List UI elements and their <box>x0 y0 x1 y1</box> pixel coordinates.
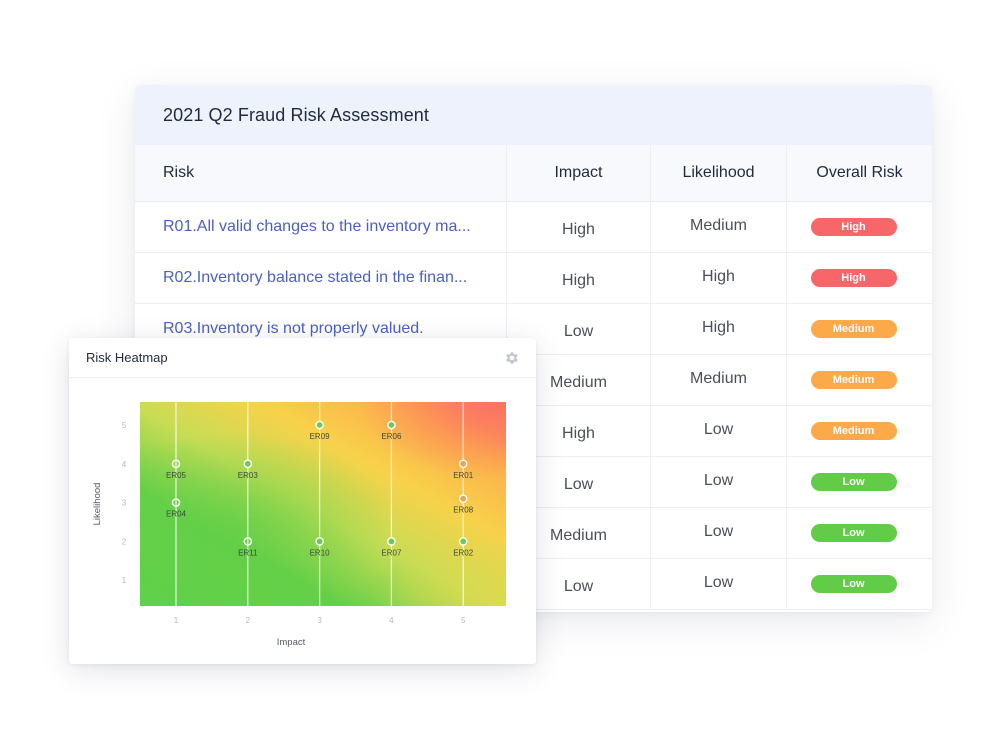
risk-point-label: ER05 <box>166 471 187 480</box>
column-header-label: Risk <box>163 164 195 181</box>
column-header-risk[interactable]: Risk <box>135 145 507 201</box>
risk-point-er06[interactable] <box>387 420 396 430</box>
overall-risk-cell: Medium <box>787 304 932 354</box>
risk-point-er08[interactable] <box>458 494 468 504</box>
overall-risk-cell: Low <box>787 508 932 558</box>
overall-risk-badge: Low <box>810 524 897 542</box>
y-tick-label: 4 <box>122 460 127 469</box>
risk-point-er02[interactable] <box>458 537 468 546</box>
risk-heatmap-card: Risk Heatmap 1 2 3 4 5 1 2 3 4 5 Impact … <box>69 338 536 664</box>
risk-point-er09[interactable] <box>315 420 324 430</box>
risk-point-er03[interactable] <box>243 459 253 469</box>
overall-risk-badge: High <box>810 218 897 236</box>
likelihood-cell-value: Low <box>703 523 734 540</box>
column-header-overall-risk[interactable]: Overall Risk <box>787 145 932 201</box>
x-tick-label: 3 <box>317 616 322 625</box>
overall-risk-badge: Medium <box>810 320 897 338</box>
overall-risk-cell: High <box>787 253 932 303</box>
x-tick-label: 5 <box>461 616 466 625</box>
likelihood-cell: Low <box>651 559 787 609</box>
likelihood-cell: Medium <box>651 355 787 405</box>
column-header-label: Likelihood <box>682 164 755 181</box>
overall-risk-cell: Low <box>787 457 932 507</box>
impact-cell: High <box>507 202 651 252</box>
likelihood-cell-value: Low <box>703 472 734 489</box>
likelihood-cell-value: Low <box>703 421 734 438</box>
risk-point-label: ER06 <box>381 432 402 441</box>
risk-point-er07[interactable] <box>387 537 396 546</box>
risk-point-er11[interactable] <box>243 537 253 546</box>
likelihood-cell: High <box>651 253 787 303</box>
likelihood-cell: Low <box>651 406 787 456</box>
likelihood-cell-value: High <box>702 268 735 285</box>
risk-link[interactable]: R03.Inventory is not properly valued. <box>163 320 424 338</box>
column-header-label: Impact <box>554 164 603 181</box>
impact-cell-value: Low <box>563 578 594 595</box>
impact-cell: High <box>507 253 651 303</box>
impact-cell-value: Medium <box>550 527 607 544</box>
heatmap-chart: 1 2 3 4 5 1 2 3 4 5 Impact Likelihood ER05 ER04 ER03 ER… <box>92 402 506 648</box>
likelihood-cell-value: Medium <box>690 370 747 387</box>
impact-cell-value: Low <box>563 323 594 340</box>
risk-cell: R01.All valid changes to the inventory m… <box>135 202 507 252</box>
overall-risk-badge: Low <box>810 473 897 491</box>
overall-risk-badge: High <box>810 269 897 287</box>
risk-point-label: ER02 <box>453 548 474 557</box>
risk-point-label: ER03 <box>238 471 259 480</box>
overall-risk-badge: Medium <box>810 422 897 440</box>
likelihood-cell: Low <box>651 457 787 507</box>
likelihood-cell: High <box>651 304 787 354</box>
overall-risk-cell: Medium <box>787 406 932 456</box>
column-header-likelihood[interactable]: Likelihood <box>651 145 787 201</box>
y-axis-label: Likelihood <box>92 483 103 526</box>
table-row[interactable]: R01.All valid changes to the inventory m… <box>135 202 932 253</box>
risk-point-er10[interactable] <box>315 537 324 546</box>
risk-cell: R02.Inventory balance stated in the fina… <box>135 253 507 303</box>
risk-point-er01[interactable] <box>458 459 468 469</box>
risk-point-label: ER01 <box>453 471 474 480</box>
impact-cell-value: High <box>562 425 595 442</box>
risk-point-label: ER07 <box>381 548 402 557</box>
impact-cell-value: Low <box>563 476 594 493</box>
overall-risk-cell: Low <box>787 559 932 609</box>
risk-point-label: ER11 <box>238 548 258 557</box>
impact-cell-value: High <box>562 272 595 289</box>
likelihood-cell: Medium <box>651 202 787 252</box>
likelihood-cell-value: High <box>702 319 735 336</box>
table-title-bar: 2021 Q2 Fraud Risk Assessment <box>135 85 932 145</box>
risk-point-label: ER10 <box>310 548 331 557</box>
risk-point-er04[interactable] <box>171 498 181 507</box>
overall-risk-badge: Medium <box>810 371 897 389</box>
table-row[interactable]: R02.Inventory balance stated in the fina… <box>135 253 932 304</box>
y-tick-label: 5 <box>122 421 127 430</box>
y-tick-label: 3 <box>122 499 127 508</box>
column-header-impact[interactable]: Impact <box>507 145 651 201</box>
table-title: 2021 Q2 Fraud Risk Assessment <box>163 104 430 125</box>
risk-link[interactable]: R02.Inventory balance stated in the fina… <box>163 269 467 287</box>
overall-risk-cell: Medium <box>787 355 932 405</box>
impact-cell-value: High <box>562 221 595 238</box>
x-axis-label: Impact <box>277 637 306 648</box>
x-tick-label: 1 <box>174 616 179 625</box>
y-tick-label: 1 <box>122 576 127 585</box>
overall-risk-cell: High <box>787 202 932 252</box>
impact-cell-value: Medium <box>550 374 607 391</box>
column-header-label: Overall Risk <box>816 164 903 181</box>
x-tick-label: 4 <box>389 616 394 625</box>
risk-point-label: ER09 <box>310 432 331 441</box>
x-tick-label: 2 <box>246 616 251 625</box>
risk-point-label: ER08 <box>453 506 474 515</box>
risk-point-er05[interactable] <box>171 459 181 469</box>
likelihood-cell: Low <box>651 508 787 558</box>
y-tick-label: 2 <box>122 537 127 546</box>
risk-point-label: ER04 <box>166 510 187 519</box>
risk-link[interactable]: R01.All valid changes to the inventory m… <box>163 218 471 236</box>
likelihood-cell-value: Medium <box>690 217 747 234</box>
table-header-row: Risk Impact Likelihood Overall Risk <box>135 145 932 202</box>
overall-risk-badge: Low <box>810 575 897 593</box>
likelihood-cell-value: Low <box>703 574 734 591</box>
